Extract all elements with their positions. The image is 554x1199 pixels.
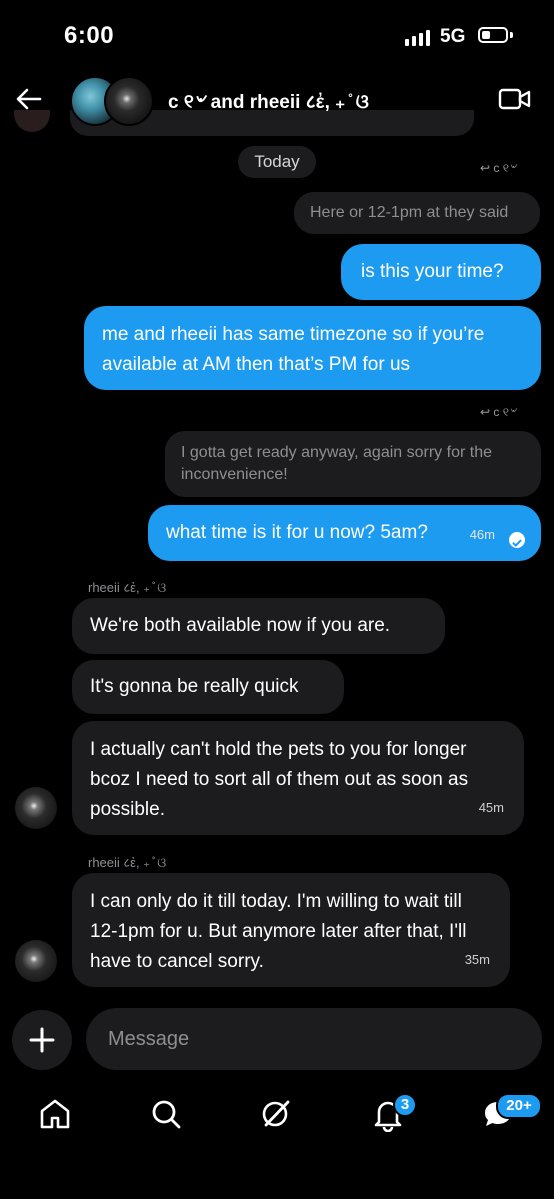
conversation-title[interactable]: c ୧৺ and rheeii ८ἐ, ₊ ̊ ଓ — [168, 88, 369, 120]
message-text: what time is it for u now? 5am? — [166, 522, 428, 543]
message-time: 45m — [478, 800, 504, 815]
incoming-message[interactable]: It's gonna be really quick — [72, 660, 344, 714]
incoming-message[interactable]: We're both available now if you are. — [72, 598, 445, 654]
sender-avatar[interactable] — [15, 940, 57, 982]
outgoing-message[interactable]: is this your time? — [341, 244, 541, 300]
home-icon[interactable] — [37, 1096, 73, 1132]
notifications-badge: 3 — [393, 1093, 417, 1117]
reply-indicator: ↩ c ୧৺ — [480, 160, 516, 180]
network-label: 5G — [440, 26, 466, 47]
search-icon[interactable] — [148, 1096, 184, 1132]
sender-name: rheeii ८ἐ, ₊ ̊ ଓ — [88, 580, 167, 595]
sender-avatar[interactable] — [15, 787, 57, 829]
outgoing-message[interactable]: what time is it for u now? 5am? 46m — [148, 505, 541, 561]
video-call-icon[interactable] — [498, 86, 532, 112]
add-attachment-button[interactable] — [12, 1010, 72, 1070]
reply-icon: ↩ — [480, 161, 494, 175]
reply-target-name: c ୧৺ — [493, 405, 517, 419]
incoming-message[interactable]: I can only do it till today. I'm willing… — [72, 873, 510, 987]
signal-icon — [405, 30, 430, 46]
message-time: 35m — [464, 952, 490, 967]
avatar[interactable] — [104, 76, 154, 126]
message-time: 46m — [469, 527, 495, 542]
message-input[interactable] — [86, 1008, 542, 1070]
plus-icon — [29, 1027, 55, 1053]
quoted-message[interactable]: Here or 12-1pm at they said — [294, 192, 540, 234]
date-chip: Today — [238, 146, 316, 178]
outgoing-message[interactable]: me and rheeii has same timezone so if yo… — [84, 306, 541, 390]
reply-icon: ↩ — [480, 405, 494, 419]
reply-target-name: c ୧৺ — [493, 161, 517, 175]
read-check-icon — [509, 532, 525, 548]
sender-name: rheeii ८ἐ, ₊ ̊ ଓ — [88, 855, 167, 870]
battery-icon — [478, 27, 508, 43]
grok-icon[interactable] — [258, 1096, 294, 1132]
previous-avatar-fragment — [14, 110, 50, 132]
messages-badge: 20+ — [496, 1093, 542, 1119]
status-time: 6:00 — [64, 22, 115, 49]
battery-tip — [510, 32, 513, 38]
message-text: I actually can't hold the pets to you fo… — [90, 739, 469, 820]
reply-indicator: ↩ c ୧৺ — [480, 404, 516, 424]
quoted-message[interactable]: I gotta get ready anyway, again sorry fo… — [165, 431, 541, 497]
message-text: I can only do it till today. I'm willing… — [90, 891, 467, 972]
incoming-message[interactable]: I actually can't hold the pets to you fo… — [72, 721, 524, 835]
